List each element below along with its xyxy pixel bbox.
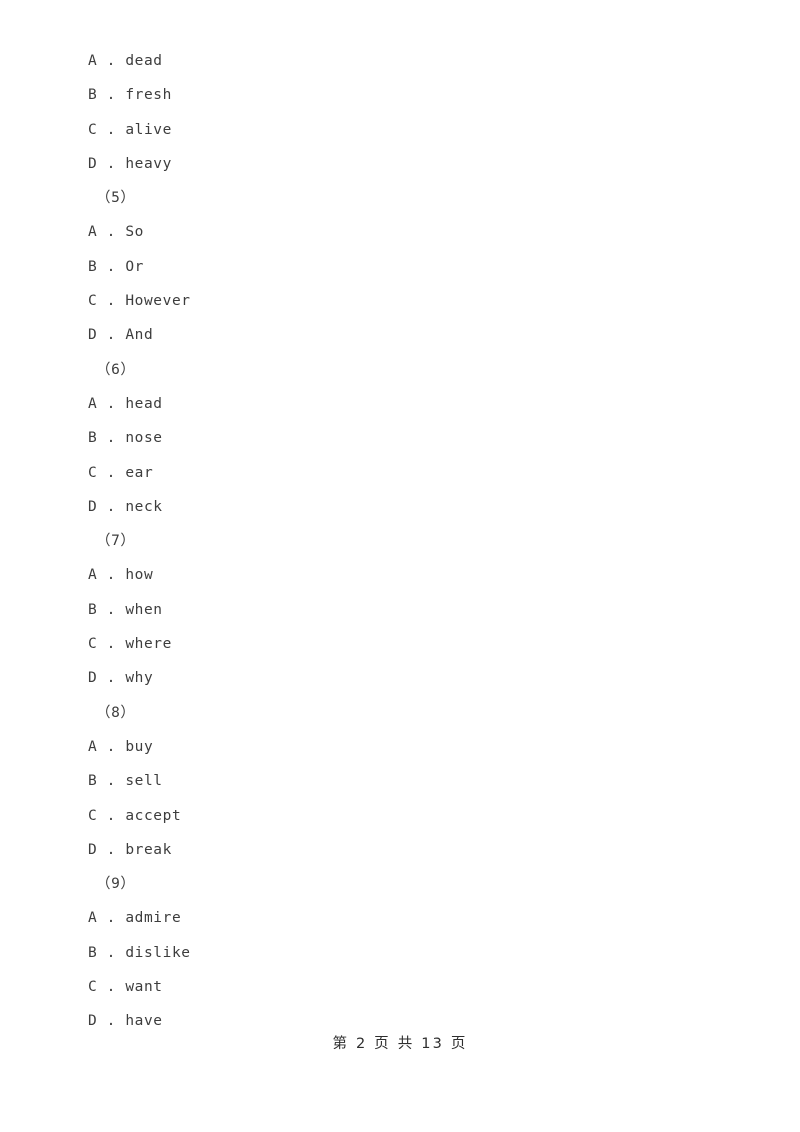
answer-option: B . fresh [88,87,172,104]
answer-option: B . sell [88,773,163,790]
answer-option: B . dislike [88,944,191,961]
answer-option: A . head [88,395,163,412]
answer-option: A . So [88,224,144,241]
answer-option: C . where [88,636,172,653]
answer-option: B . Or [88,258,144,275]
answer-option: D . heavy [88,155,172,172]
answer-option: D . And [88,327,154,344]
question-number: （5） [96,190,136,207]
answer-option: D . neck [88,498,163,515]
document-page: A . dead B . fresh C . alive D . heavy （5） A … [0,0,800,1132]
answer-option: B . nose [88,430,163,447]
answer-option: C . accept [88,807,182,824]
question-number: （8） [96,704,136,721]
answer-option: C . ear [88,464,154,481]
answer-option: C . However [88,293,191,310]
question-number: （6） [96,361,136,378]
page-number-label: 第 2 页 共 13 页 [332,1036,468,1052]
answer-option: A . how [88,567,154,584]
question-number: （7） [96,533,136,550]
answer-option: B . when [88,601,163,618]
page-footer: 第 2 页 共 13 页 [0,1032,800,1053]
answer-option: C . want [88,979,163,996]
answer-option: A . buy [88,738,154,755]
answer-option: A . dead [88,53,163,69]
answer-option: D . why [88,670,154,687]
answer-option: D . break [88,841,172,858]
answer-option: C . alive [88,121,172,138]
question-options-list: A . dead B . fresh C . alive D . heavy （5） A … [88,44,708,1039]
question-number: （9） [96,876,136,893]
answer-option: A . admire [88,910,182,927]
